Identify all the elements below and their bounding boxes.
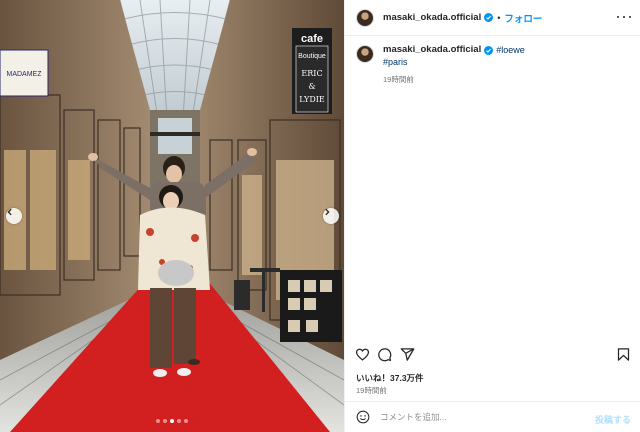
comment-input[interactable]: [380, 412, 580, 422]
sign-eric: ERIC: [301, 69, 322, 78]
carousel-dot: [156, 419, 160, 423]
emoji-icon[interactable]: [356, 410, 370, 424]
carousel-next-button[interactable]: [323, 208, 339, 224]
carousel-dot: [184, 419, 188, 423]
verified-icon: [484, 13, 494, 22]
sign-cafe: cafe: [301, 33, 323, 45]
sign-left: MADAMEZ: [7, 71, 43, 78]
heart-icon[interactable]: [355, 347, 370, 362]
sign-lydie: LYDIE: [299, 95, 325, 104]
sign-ampersand: &: [308, 82, 315, 91]
comment-icon[interactable]: [377, 347, 392, 362]
arcade-photo-illustration: cafe Boutique ERIC & LYDIE MADAMEZ: [0, 0, 344, 432]
chevron-left-icon: [7, 208, 12, 216]
hashtag-link[interactable]: #loewe: [496, 44, 525, 56]
post-comment-button[interactable]: 投稿する: [595, 413, 631, 426]
share-icon[interactable]: [400, 347, 415, 362]
hashtag-link[interactable]: #paris: [383, 56, 408, 68]
carousel-prev-button[interactable]: [6, 208, 22, 224]
caption-username[interactable]: masaki_okada.official: [383, 44, 481, 56]
chevron-right-icon: [325, 208, 330, 216]
avatar[interactable]: [356, 8, 374, 27]
carousel-indicator: [0, 419, 344, 423]
likes-count[interactable]: いいね！37.3万件: [356, 372, 424, 384]
comment-bar: 投稿する: [345, 401, 640, 432]
bookmark-icon[interactable]: [616, 347, 631, 362]
more-options-button[interactable]: [617, 12, 631, 22]
verified-icon: [484, 45, 494, 55]
sign-boutique: Boutique: [298, 53, 326, 60]
header-username[interactable]: masaki_okada.official: [383, 12, 481, 23]
caption-avatar[interactable]: [356, 45, 374, 63]
more-icon: [617, 15, 620, 19]
post-header: masaki_okada.official • フォロー: [345, 0, 640, 36]
carousel-dot: [177, 419, 181, 423]
post-side-panel: masaki_okada.official • フォロー masaki_okad…: [344, 0, 640, 432]
post-timestamp[interactable]: 19時間前: [356, 385, 387, 396]
caption-timestamp[interactable]: 19時間前: [383, 74, 525, 86]
post-caption: masaki_okada.official #loewe #paris 19時間…: [356, 44, 631, 86]
header-separator: •: [497, 12, 501, 23]
carousel-dot: [163, 419, 167, 423]
post-actions: [355, 347, 631, 363]
carousel-dot: [170, 419, 174, 423]
post-photo[interactable]: cafe Boutique ERIC & LYDIE MADAMEZ: [0, 0, 344, 432]
follow-button[interactable]: フォロー: [504, 11, 542, 25]
